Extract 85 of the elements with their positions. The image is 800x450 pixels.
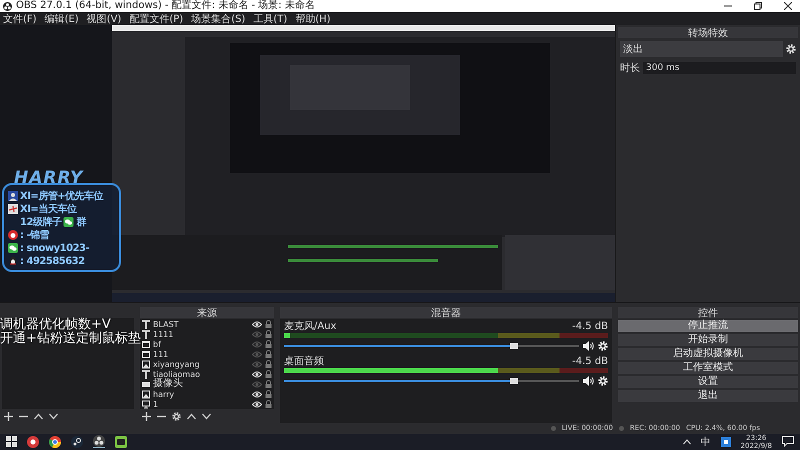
lock-icon[interactable] — [265, 340, 272, 348]
source-item[interactable]: 111 — [153, 350, 249, 358]
camera-icon — [142, 380, 150, 388]
overlay-caption: 开通+钻粉送定制鼠标垫 — [0, 332, 141, 346]
input-method-indicator[interactable]: 中 — [700, 434, 711, 449]
menu-item[interactable]: 场景集合(S) — [191, 12, 246, 26]
source-item[interactable]: harry — [153, 390, 249, 398]
move-up-icon[interactable] — [34, 412, 43, 420]
source-item[interactable]: 1111 — [153, 330, 249, 338]
text-icon — [142, 370, 150, 378]
control-button[interactable]: 开始录制 — [618, 334, 798, 346]
control-button[interactable]: 退出 — [618, 390, 798, 402]
settings-icon[interactable] — [786, 44, 796, 54]
avatar-icon — [8, 191, 18, 201]
windows-start-icon[interactable] — [6, 436, 17, 448]
wechat-icon — [63, 217, 74, 227]
source-item[interactable]: tiaoliaomao — [153, 370, 249, 378]
lock-icon[interactable] — [265, 320, 272, 328]
panel-title: 混音器 — [431, 306, 461, 320]
lock-icon[interactable] — [265, 330, 272, 338]
menu-item[interactable]: 编辑(E) — [44, 12, 79, 26]
panel-title: 来源 — [197, 306, 217, 320]
source-item[interactable]: xiyangyang — [153, 360, 249, 368]
overlay-text: 12级牌子 — [20, 216, 62, 229]
menu-item[interactable]: 配置文件(P) — [129, 12, 184, 26]
chevron-up-icon[interactable] — [682, 438, 691, 445]
app-icon[interactable] — [115, 436, 127, 448]
weibo-icon — [8, 230, 18, 240]
image-icon — [142, 360, 150, 368]
penguin-icon — [8, 256, 18, 266]
app-icon[interactable] — [27, 436, 39, 448]
menu-item[interactable]: 帮助(H) — [295, 12, 331, 26]
lock-icon[interactable] — [265, 360, 272, 368]
overlay-caption: 调机器优化帧数+V — [0, 318, 111, 332]
logo-text: HARRY — [14, 168, 84, 188]
source-item[interactable]: 摄像头 — [153, 379, 249, 389]
speaker-icon[interactable] — [583, 341, 594, 351]
steam-icon[interactable] — [71, 436, 83, 448]
lock-icon[interactable] — [265, 370, 272, 378]
lock-icon[interactable] — [265, 350, 272, 358]
add-icon[interactable] — [142, 412, 151, 420]
speaker-icon[interactable] — [583, 376, 594, 386]
plane-icon — [8, 204, 18, 214]
move-down-icon[interactable] — [202, 412, 211, 420]
source-item[interactable]: 1 — [153, 400, 249, 408]
menu-item[interactable]: 工具(T) — [253, 12, 288, 26]
tray-app-icon[interactable] — [720, 436, 731, 447]
channel-name: 桌面音频 — [284, 356, 324, 367]
lock-icon[interactable] — [265, 390, 272, 398]
monitor-icon — [142, 400, 150, 408]
wechat-icon — [8, 243, 18, 253]
channel-reading: -4.5 dB — [572, 321, 608, 332]
overlay-text: XI=房管+优先车位 — [20, 189, 104, 203]
menu-item[interactable]: 视图(V) — [86, 12, 122, 26]
overlay-text: : -锦雪 — [20, 228, 50, 242]
control-button[interactable]: 停止推流 — [618, 320, 798, 332]
add-icon[interactable] — [4, 412, 13, 420]
move-down-icon[interactable] — [49, 412, 58, 420]
overlay-text: 群 — [76, 216, 86, 229]
panel-title: 控件 — [698, 306, 718, 320]
source-item[interactable]: bf — [153, 340, 249, 348]
transition-dropdown[interactable]: 淡出 — [620, 41, 783, 57]
channel-reading: -4.5 dB — [572, 356, 608, 367]
lock-icon[interactable] — [265, 380, 272, 388]
browser-icon[interactable] — [49, 436, 61, 448]
close-icon[interactable] — [784, 2, 792, 10]
restore-icon[interactable] — [754, 2, 762, 10]
obs-icon[interactable] — [93, 435, 105, 448]
duration-label: 时长 — [620, 62, 640, 75]
control-button[interactable]: 工作室模式 — [618, 362, 798, 374]
control-button[interactable]: 启动虚拟摄像机 — [618, 348, 798, 360]
menu-item[interactable]: 文件(F) — [3, 12, 37, 26]
channel-name: 麦克风/Aux — [284, 321, 336, 332]
lock-icon[interactable] — [265, 400, 272, 408]
overlay-text: : snowy1023- — [20, 242, 90, 254]
panel-title: 转场特效 — [688, 26, 728, 40]
settings-icon[interactable] — [172, 412, 181, 420]
move-up-icon[interactable] — [187, 412, 196, 420]
overlay-text: XI=当天车位 — [20, 202, 76, 216]
duration-field[interactable]: 300 ms — [643, 62, 796, 74]
image-icon — [142, 390, 150, 398]
notification-icon[interactable] — [782, 436, 794, 448]
overlay-text: : 492585632 — [20, 256, 85, 266]
source-item[interactable]: BLAST — [153, 320, 249, 328]
control-button[interactable]: 设置 — [618, 376, 798, 388]
